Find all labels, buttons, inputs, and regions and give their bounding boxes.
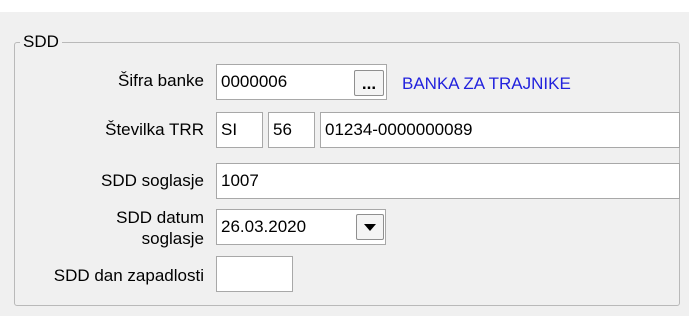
consent-date-label-line1: SDD datum	[116, 208, 204, 227]
chevron-down-icon	[364, 224, 376, 231]
account-check-digits-field[interactable]: 56	[268, 112, 315, 148]
account-country-field[interactable]: SI	[216, 112, 263, 148]
browse-bank-button[interactable]: ...	[354, 70, 384, 96]
due-day-field[interactable]	[216, 256, 293, 292]
due-day-label: SDD dan zapadlosti	[53, 266, 204, 285]
account-number-field[interactable]: 01234-0000000089	[320, 112, 680, 148]
consent-label: SDD soglasje	[101, 171, 204, 190]
consent-date-label-line2: soglasje	[141, 229, 204, 248]
groupbox-title: SDD	[20, 33, 62, 51]
consent-field[interactable]: 1007	[216, 163, 680, 199]
account-label: Številka TRR	[105, 120, 204, 139]
top-strip	[0, 0, 689, 12]
bank-name-text: BANKA ZA TRAJNIKE	[402, 74, 571, 93]
bank-code-label: Šifra banke	[118, 71, 204, 90]
date-dropdown-button[interactable]	[356, 214, 384, 240]
